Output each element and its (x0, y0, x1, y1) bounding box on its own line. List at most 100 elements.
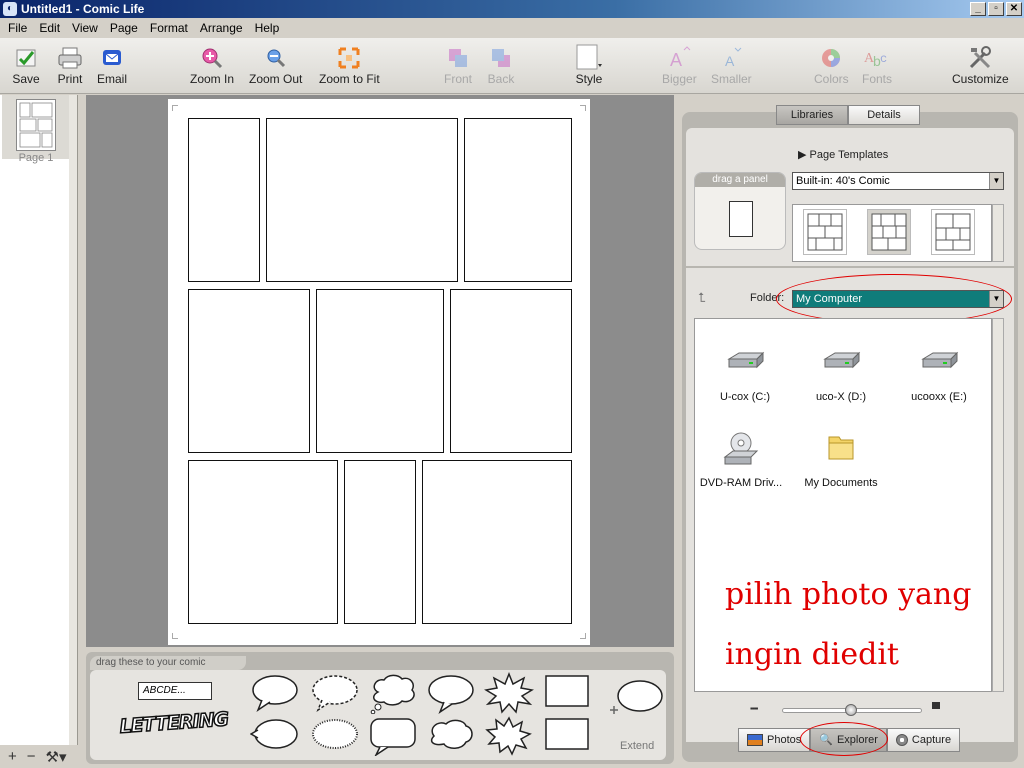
print-button[interactable]: Print (56, 44, 84, 86)
template-thumbnail[interactable] (931, 209, 975, 255)
comic-canvas (86, 95, 674, 647)
balloon-tray: drag these to your comic ABCDE... LETTER… (86, 652, 674, 764)
caption-box-large[interactable] (542, 716, 592, 756)
annotation-ellipse-folder (776, 274, 1012, 324)
file-item-drive-c[interactable]: U-cox (C:) (697, 345, 793, 403)
comic-panel[interactable] (464, 118, 572, 282)
page-corner (172, 633, 178, 639)
svg-text:A: A (725, 53, 735, 69)
menu-page[interactable]: Page (104, 21, 144, 35)
caption-box[interactable] (542, 674, 592, 714)
menu-view[interactable]: View (66, 21, 104, 35)
template-scrollbar[interactable] (992, 204, 1004, 262)
template-strip (792, 204, 992, 262)
tray-content: ABCDE... LETTERING Extend (90, 670, 666, 760)
file-item-dvd-drive[interactable]: DVD-RAM Driv... (693, 431, 789, 489)
balloon-rounded-rect[interactable] (368, 716, 418, 756)
drag-panel-well[interactable]: drag a panel (694, 172, 786, 250)
blank-panel[interactable] (729, 201, 753, 237)
comic-page[interactable] (168, 99, 590, 645)
style-button[interactable]: Style (575, 44, 603, 86)
balloon-oval[interactable] (250, 674, 300, 714)
save-button[interactable]: Save (12, 44, 40, 86)
balloon-oval-left[interactable] (250, 716, 300, 756)
style-swatch-icon (575, 44, 603, 72)
up-folder-icon[interactable]: ⮤ (698, 290, 706, 306)
zoom-out-icon (262, 44, 290, 72)
fonts-button[interactable]: Abc Fonts (862, 44, 892, 86)
balloon-thought[interactable] (368, 674, 418, 714)
minimize-button[interactable]: _ (970, 2, 986, 16)
back-button[interactable]: Back (487, 44, 515, 86)
template-thumbnail-selected[interactable] (867, 209, 911, 255)
add-page-button[interactable]: + (8, 748, 17, 765)
comic-panel[interactable] (344, 460, 416, 624)
file-item-drive-d[interactable]: uco-X (D:) (793, 345, 889, 403)
small-thumbnail-icon: ▪▪▪▪ (750, 704, 758, 713)
zoom-in-button[interactable]: Zoom In (190, 44, 234, 86)
page-templates-section: ▶ Page Templates drag a panel Built-in: … (686, 128, 1014, 266)
file-item-my-documents[interactable]: My Documents (793, 431, 889, 489)
large-thumbnail-icon (932, 702, 940, 709)
file-browser-scrollbar[interactable] (992, 318, 1004, 692)
page-list-scrollbar[interactable] (69, 95, 77, 745)
menu-help[interactable]: Help (249, 21, 286, 35)
zoom-to-fit-button[interactable]: Zoom to Fit (319, 44, 380, 86)
page-label: Page 1 (18, 152, 54, 164)
email-button[interactable]: Email (97, 44, 127, 86)
customize-button[interactable]: Customize (952, 44, 1009, 86)
chevron-down-icon: ▼ (989, 173, 1003, 189)
comic-panel[interactable] (188, 118, 260, 282)
comic-panel[interactable] (450, 289, 572, 453)
close-button[interactable]: ✕ (1006, 2, 1022, 16)
balloon-shout[interactable] (484, 672, 534, 714)
file-item-drive-e[interactable]: ucooxx (E:) (891, 345, 987, 403)
template-thumbnail[interactable] (803, 209, 847, 255)
thumbnail-size-slider[interactable] (782, 704, 922, 716)
drag-panel-label: drag a panel (695, 173, 785, 187)
lettering-sample[interactable]: ABCDE... (138, 682, 212, 700)
annotation-ellipse-explorer (800, 722, 888, 756)
menu-bar: File Edit View Page Format Arrange Help (0, 18, 1024, 38)
front-button[interactable]: Front (444, 44, 472, 86)
comic-panel[interactable] (188, 460, 338, 624)
comic-panel[interactable] (422, 460, 572, 624)
tab-libraries[interactable]: Libraries (776, 105, 848, 125)
page-templates-toggle[interactable]: ▶ Page Templates (798, 148, 888, 161)
page-controls: + − ⚒▾ (0, 745, 86, 768)
annotation-text-line1: pilih photo yang (725, 577, 972, 612)
menu-edit[interactable]: Edit (33, 21, 66, 35)
tab-capture[interactable]: Capture (886, 728, 961, 752)
menu-format[interactable]: Format (144, 21, 194, 35)
balloon-whisper[interactable] (310, 674, 360, 714)
zoom-out-button[interactable]: Zoom Out (249, 44, 302, 86)
menu-file[interactable]: File (2, 21, 33, 35)
drive-icon (821, 345, 861, 381)
balloon-burst[interactable] (484, 714, 534, 756)
tab-details[interactable]: Details (848, 105, 920, 125)
toolbar: Save Print Email Zoom In Zoom Out Zoom t… (0, 38, 1024, 94)
page-corner (580, 633, 586, 639)
page-thumbnail[interactable] (16, 99, 56, 151)
colors-button[interactable]: Colors (814, 44, 849, 86)
comic-panel[interactable] (266, 118, 458, 282)
comic-panel[interactable] (188, 289, 310, 453)
email-icon (98, 44, 126, 72)
save-icon (12, 44, 40, 72)
annotation-text-line2: ingin diedit (725, 637, 899, 672)
smaller-button[interactable]: A Smaller (711, 44, 752, 86)
lettering-art[interactable]: LETTERING (118, 708, 231, 750)
slider-knob[interactable] (845, 704, 857, 716)
template-select[interactable]: Built-in: 40's Comic ▼ (792, 172, 1004, 190)
page-tools-button[interactable]: ⚒▾ (46, 748, 67, 766)
menu-arrange[interactable]: Arrange (194, 21, 249, 35)
balloon-fuzzy[interactable] (310, 716, 360, 756)
balloon-cloud[interactable] (426, 716, 476, 756)
balloon-oval-small[interactable] (426, 674, 476, 714)
bigger-button[interactable]: A Bigger (662, 44, 697, 86)
maximize-button[interactable]: ▫ (988, 2, 1004, 16)
svg-text:A: A (670, 50, 682, 70)
remove-page-button[interactable]: − (27, 748, 36, 765)
comic-panel[interactable] (316, 289, 444, 453)
extend-balloon[interactable] (604, 676, 664, 736)
